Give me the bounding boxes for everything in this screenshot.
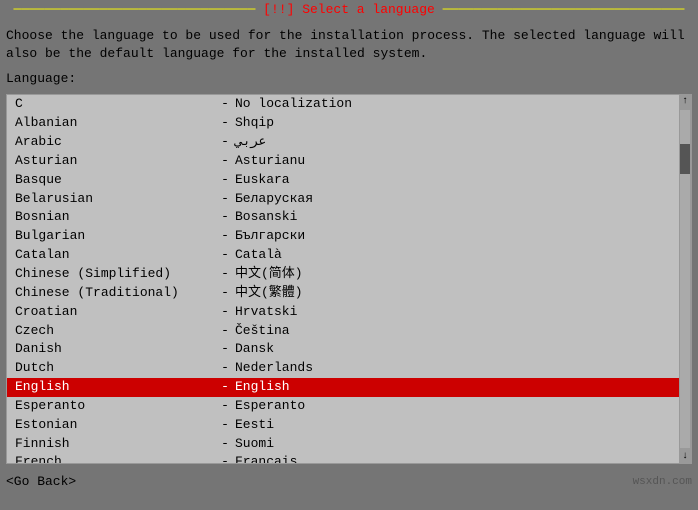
- scrollbar-thumb[interactable]: [680, 144, 690, 174]
- lang-native: Français: [235, 453, 297, 463]
- lang-name: Finnish: [15, 435, 215, 454]
- list-item[interactable]: Chinese (Simplified)-中文(简体): [7, 265, 679, 284]
- lang-separator: -: [215, 340, 235, 359]
- lang-separator: -: [215, 190, 235, 209]
- lang-native: Беларуская: [235, 190, 313, 209]
- list-item[interactable]: Estonian-Eesti: [7, 416, 679, 435]
- description: Choose the language to be used for the i…: [0, 19, 698, 67]
- list-item[interactable]: C-No localization: [7, 95, 679, 114]
- lang-native: Hrvatski: [235, 303, 297, 322]
- list-item[interactable]: Esperanto-Esperanto: [7, 397, 679, 416]
- list-item[interactable]: Dutch-Nederlands: [7, 359, 679, 378]
- lang-name: Asturian: [15, 152, 215, 171]
- list-item[interactable]: Finnish-Suomi: [7, 435, 679, 454]
- scroll-up-icon[interactable]: ↑: [682, 95, 688, 108]
- lang-native: Nederlands: [235, 359, 313, 378]
- lang-native: English: [235, 378, 290, 397]
- list-item[interactable]: Arabic-عربي: [7, 133, 679, 152]
- lang-separator: -: [215, 359, 235, 378]
- lang-native: Esperanto: [235, 397, 305, 416]
- lang-native: Български: [235, 227, 305, 246]
- lang-name: Estonian: [15, 416, 215, 435]
- lang-name: Basque: [15, 171, 215, 190]
- lang-separator: -: [215, 378, 235, 397]
- list-content: C-No localizationAlbanian-ShqipArabic-عر…: [7, 95, 679, 463]
- lang-name: Croatian: [15, 303, 215, 322]
- lang-separator: -: [215, 114, 235, 133]
- lang-separator: -: [215, 435, 235, 454]
- lang-separator: -: [215, 171, 235, 190]
- list-item[interactable]: English-English: [7, 378, 679, 397]
- lang-name: Danish: [15, 340, 215, 359]
- lang-native: No localization: [235, 95, 352, 114]
- language-list-container: C-No localizationAlbanian-ShqipArabic-عر…: [6, 94, 692, 464]
- lang-name: English: [15, 378, 215, 397]
- lang-native: Suomi: [235, 435, 274, 454]
- lang-separator: -: [215, 416, 235, 435]
- lang-separator: -: [215, 397, 235, 416]
- list-item[interactable]: Chinese (Traditional)-中文(繁體): [7, 284, 679, 303]
- lang-native: Shqip: [235, 114, 274, 133]
- lang-name: Czech: [15, 322, 215, 341]
- lang-native: Bosanski: [235, 208, 297, 227]
- lang-native: Eesti: [235, 416, 274, 435]
- desc-line1: Choose the language to be used for the i…: [6, 27, 692, 45]
- lang-native: 中文(繁體): [235, 284, 303, 303]
- lang-name: Bosnian: [15, 208, 215, 227]
- lang-name: Arabic: [15, 133, 215, 152]
- lang-name: Belarusian: [15, 190, 215, 209]
- lang-name: Chinese (Traditional): [15, 284, 215, 303]
- lang-name: Albanian: [15, 114, 215, 133]
- lang-name: Dutch: [15, 359, 215, 378]
- lang-native: 中文(简体): [235, 265, 303, 284]
- lang-name: Bulgarian: [15, 227, 215, 246]
- list-item[interactable]: Albanian-Shqip: [7, 114, 679, 133]
- list-item[interactable]: Catalan-Català: [7, 246, 679, 265]
- lang-separator: -: [215, 208, 235, 227]
- list-item[interactable]: Belarusian-Беларуская: [7, 190, 679, 209]
- title-text: Select a language: [294, 2, 434, 17]
- lang-native: Català: [235, 246, 282, 265]
- list-item[interactable]: Asturian-Asturianu: [7, 152, 679, 171]
- list-item[interactable]: Czech-Čeština: [7, 322, 679, 341]
- lang-separator: -: [215, 284, 235, 303]
- lang-separator: -: [215, 322, 235, 341]
- watermark: wsxdn.com: [633, 476, 692, 488]
- list-item[interactable]: Danish-Dansk: [7, 340, 679, 359]
- scrollbar: ↑ ↓: [679, 95, 691, 463]
- list-item[interactable]: Croatian-Hrvatski: [7, 303, 679, 322]
- lang-separator: -: [215, 453, 235, 463]
- lang-separator: -: [215, 95, 235, 114]
- lang-name: French: [15, 453, 215, 463]
- list-item[interactable]: Bosnian-Bosanski: [7, 208, 679, 227]
- footer: <Go Back> wsxdn.com: [0, 468, 698, 495]
- lang-name: Esperanto: [15, 397, 215, 416]
- lang-name: C: [15, 95, 215, 114]
- lang-separator: -: [215, 246, 235, 265]
- title-bar: ─────────────────────────────── [!!] Sel…: [0, 0, 698, 19]
- language-label: Language:: [0, 67, 698, 90]
- lang-native: Dansk: [235, 340, 274, 359]
- lang-name: Catalan: [15, 246, 215, 265]
- lang-native: Asturianu: [235, 152, 305, 171]
- lang-separator: -: [215, 152, 235, 171]
- go-back-button[interactable]: <Go Back>: [6, 474, 76, 489]
- lang-separator: -: [215, 227, 235, 246]
- title-prefix: [!!]: [263, 2, 294, 17]
- lang-native: Čeština: [235, 322, 290, 341]
- lang-native: عربي: [235, 133, 266, 152]
- lang-name: Chinese (Simplified): [15, 265, 215, 284]
- scrollbar-track: [680, 110, 690, 448]
- scroll-down-icon[interactable]: ↓: [682, 450, 688, 463]
- list-item[interactable]: Bulgarian-Български: [7, 227, 679, 246]
- lang-separator: -: [215, 133, 235, 152]
- desc-line2: also be the default language for the ins…: [6, 45, 692, 63]
- lang-native: Euskara: [235, 171, 290, 190]
- list-item[interactable]: Basque-Euskara: [7, 171, 679, 190]
- list-item[interactable]: French-Français: [7, 453, 679, 463]
- lang-separator: -: [215, 303, 235, 322]
- lang-separator: -: [215, 265, 235, 284]
